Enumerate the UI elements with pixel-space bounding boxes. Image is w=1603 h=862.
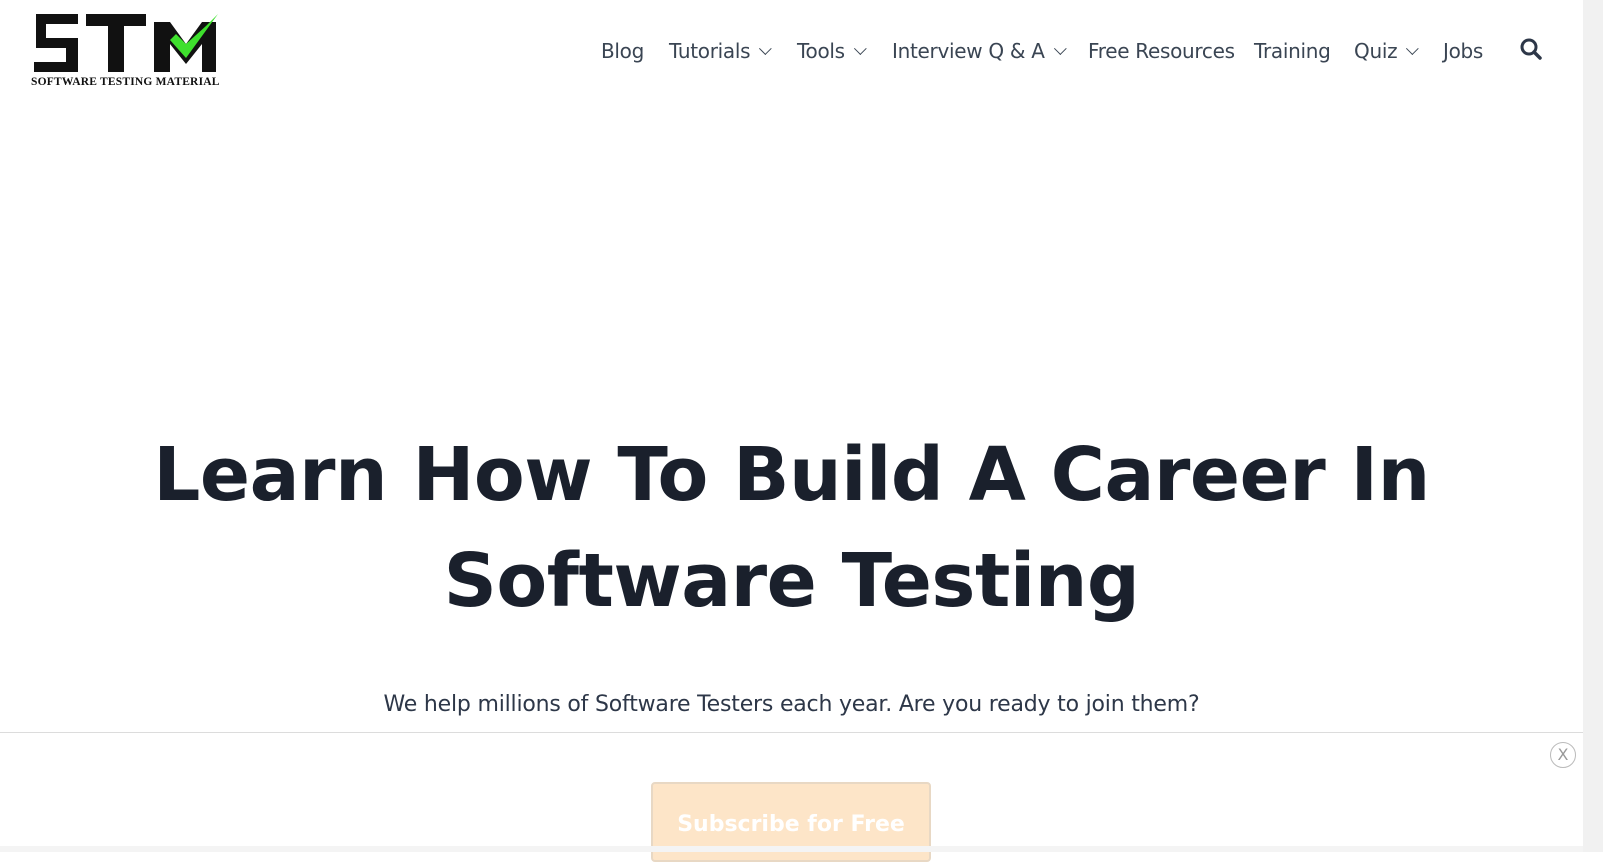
close-button[interactable]: X [1550, 742, 1576, 768]
chevron-down-icon [853, 41, 867, 55]
hero-title-line1: Learn How To Build A Career In [153, 432, 1430, 518]
nav-item-free-resources[interactable]: Free Resources [1088, 36, 1235, 66]
nav-label: Training [1254, 39, 1331, 63]
hero-subtitle: We help millions of Software Testers eac… [383, 692, 1200, 717]
nav-label: Blog [601, 39, 645, 63]
chevron-down-icon [1053, 41, 1067, 55]
nav-label: Interview Q & A [892, 39, 1045, 63]
hero-title: Learn How To Build A Career In Software … [0, 422, 1583, 634]
nav-item-interview-qa[interactable]: Interview Q & A [892, 36, 1067, 66]
chevron-down-icon [1406, 41, 1419, 55]
nav-label: Quiz [1354, 39, 1398, 63]
logo-tagline: SOFTWARE TESTING MATERIAL [31, 76, 220, 88]
hero-title-line2: Software Testing [443, 538, 1140, 624]
nav-label: Free Resources [1088, 39, 1235, 63]
search-icon [1520, 38, 1542, 60]
nav-label: Tools [797, 39, 845, 63]
nav-label: Jobs [1443, 39, 1484, 63]
page-bottom-edge [0, 846, 1583, 852]
nav-item-tools[interactable]: Tools [797, 36, 867, 66]
site-logo[interactable]: SOFTWARE TESTING MATERIAL [30, 10, 220, 92]
search-button[interactable] [1520, 38, 1542, 62]
chevron-down-icon [759, 41, 772, 55]
nav-item-quiz[interactable]: Quiz [1354, 36, 1419, 66]
nav-item-tutorials[interactable]: Tutorials [669, 36, 772, 66]
nav-item-blog[interactable]: Blog [601, 36, 644, 66]
nav-item-jobs[interactable]: Jobs [1443, 36, 1483, 66]
nav-item-training[interactable]: Training [1254, 36, 1331, 66]
stm-logo-mark [34, 14, 218, 72]
vertical-scrollbar[interactable] [1583, 0, 1603, 852]
subscribe-bar: X Subscribe for Free [0, 732, 1583, 862]
nav-label: Tutorials [669, 39, 751, 63]
page: SOFTWARE TESTING MATERIAL Blog Tutorials… [0, 0, 1583, 862]
